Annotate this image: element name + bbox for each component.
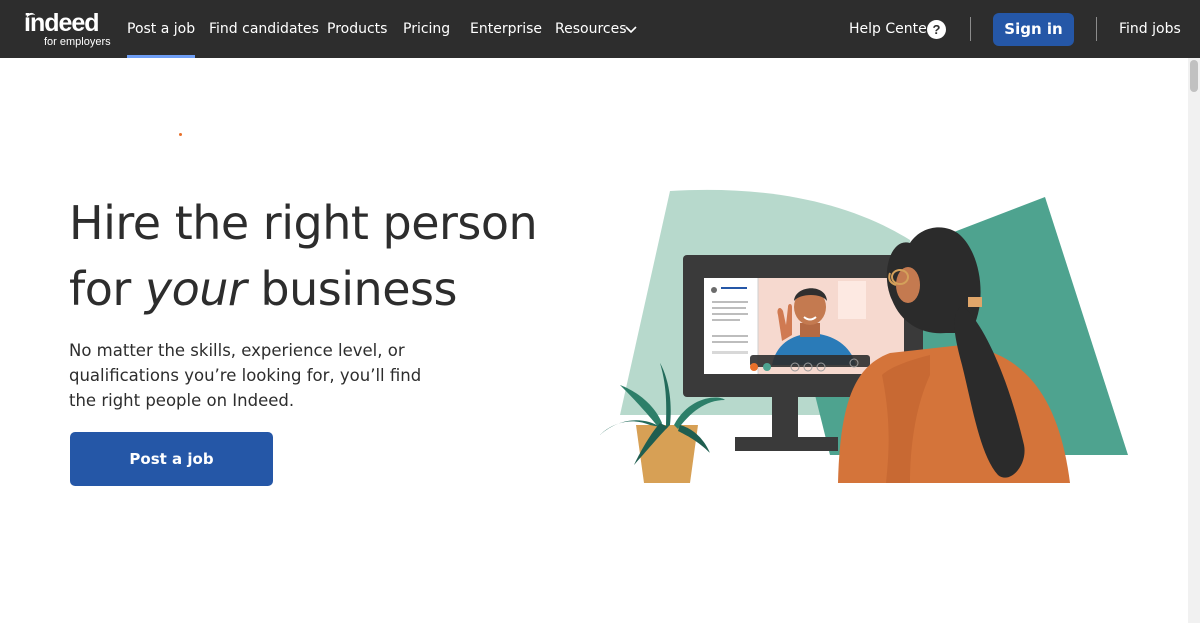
headline-emphasis: your <box>144 262 247 316</box>
nav-find-jobs[interactable]: Find jobs <box>1119 0 1181 58</box>
hero-subtext: No matter the skills, experience level, … <box>69 341 422 410</box>
nav-enterprise[interactable]: Enterprise <box>470 0 542 58</box>
scrollbar-thumb[interactable] <box>1190 60 1198 92</box>
nav-resources[interactable]: Resources <box>555 0 627 58</box>
nav-post-a-job[interactable]: Post a job <box>127 0 196 58</box>
logo-wordmark: indeed <box>24 9 100 37</box>
sign-in-button[interactable]: Sign in <box>993 13 1074 46</box>
hero-headline: Hire the right person for your business <box>69 190 609 322</box>
chevron-down-icon[interactable] <box>624 22 638 36</box>
logo-subline: for employers <box>44 36 111 48</box>
scrollbar-track[interactable] <box>1188 58 1200 623</box>
nav-find-candidates[interactable]: Find candidates <box>209 0 319 58</box>
decorative-dot <box>179 133 182 136</box>
nav-pricing[interactable]: Pricing <box>403 0 450 58</box>
indeed-for-employers-logo[interactable]: indeed for employers <box>24 9 114 51</box>
nav-products[interactable]: Products <box>327 0 387 58</box>
hero-illustration <box>600 189 1128 483</box>
help-question-icon[interactable]: ? <box>927 20 946 39</box>
headline-text-end: business <box>246 262 457 316</box>
nav-help-center[interactable]: Help Center <box>849 0 933 58</box>
nav-divider <box>970 17 971 41</box>
nav-divider <box>1096 17 1097 41</box>
post-a-job-button[interactable]: Post a job <box>70 432 273 486</box>
top-navigation: indeed for employers Post a job Find can… <box>0 0 1200 58</box>
